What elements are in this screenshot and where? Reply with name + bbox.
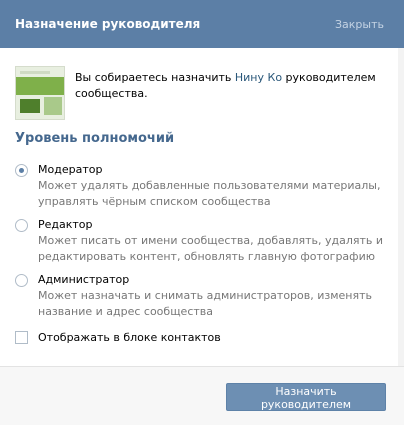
moderator-radio[interactable] [15, 164, 28, 177]
contacts-checkbox-row[interactable]: Отображать в блоке контактов [15, 330, 395, 346]
contacts-checkbox[interactable] [15, 331, 28, 344]
community-thumbnail [15, 66, 65, 120]
option-description: Может назначать и снимать администраторо… [38, 289, 373, 318]
option-label[interactable]: Модератор [38, 163, 102, 176]
option-description: Может писать от имени сообщества, добавл… [38, 234, 384, 263]
contacts-checkbox-label[interactable]: Отображать в блоке контактов [38, 331, 221, 344]
scroll-track [398, 48, 404, 366]
assign-manager-button[interactable]: Назначить руководителем [226, 383, 386, 411]
user-name-link[interactable]: Нину Ко [235, 71, 282, 84]
permissions-title: Уровень полномочий [15, 131, 175, 146]
intro-block: Вы собираетесь назначить Нину Ко руковод… [15, 66, 395, 122]
close-link[interactable]: Закрыть [335, 18, 384, 31]
administrator-radio[interactable] [15, 274, 28, 287]
option-label[interactable]: Редактор [38, 218, 93, 231]
option-label[interactable]: Администратор [38, 273, 129, 286]
option-description: Может удалять добавленные пользователями… [38, 179, 381, 208]
dialog-header: Назначение руководителя Закрыть [0, 0, 404, 48]
intro-text-before: Вы собираетесь назначить [75, 71, 235, 84]
editor-radio[interactable] [15, 219, 28, 232]
intro-text: Вы собираетесь назначить Нину Ко руковод… [75, 70, 395, 102]
dialog-title: Назначение руководителя [15, 17, 201, 31]
dialog-footer: Назначить руководителем [0, 366, 404, 425]
